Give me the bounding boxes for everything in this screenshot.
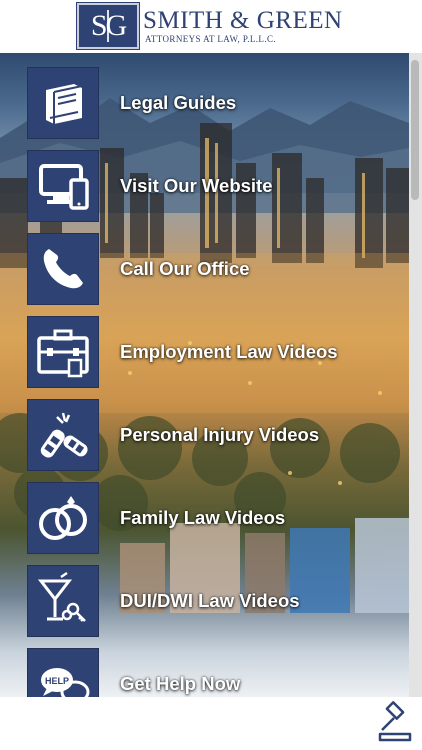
menu-item-visit-website[interactable]: Visit Our Website: [27, 149, 407, 223]
menu-item-legal-guides[interactable]: Legal Guides: [27, 66, 407, 140]
rings-icon: [27, 482, 99, 554]
scrollbar-thumb[interactable]: [411, 60, 419, 200]
menu-item-label: Get Help Now: [120, 673, 241, 694]
menu-item-call-office[interactable]: Call Our Office: [27, 232, 407, 306]
menu-item-label: Employment Law Videos: [120, 341, 338, 362]
menu-item-employment-law[interactable]: Employment Law Videos: [27, 315, 407, 389]
cocktail-keys-icon: [27, 565, 99, 637]
gavel-icon[interactable]: [374, 700, 418, 744]
briefcase-icon: [27, 316, 99, 388]
menu-item-family-law[interactable]: Family Law Videos: [27, 481, 407, 555]
car-crash-icon: [27, 399, 99, 471]
firm-name: SMITH & GREEN: [143, 7, 343, 34]
menu-item-dui-dwi[interactable]: DUI/DWI Law Videos: [27, 564, 407, 638]
firm-logo[interactable]: SG SMITH & GREEN ATTORNEYS AT LAW, P.L.L…: [77, 3, 343, 49]
app-footer: [0, 697, 422, 750]
menu-item-label: DUI/DWI Law Videos: [120, 590, 300, 611]
menu-item-label: Family Law Videos: [120, 507, 286, 528]
menu-item-label: Visit Our Website: [120, 175, 273, 196]
logo-mark: SG: [77, 3, 139, 49]
menu-item-personal-injury[interactable]: Personal Injury Videos: [27, 398, 407, 472]
menu-item-label: Call Our Office: [120, 258, 250, 279]
devices-icon: [27, 150, 99, 222]
menu-item-label: Personal Injury Videos: [120, 424, 320, 445]
app-header: SG SMITH & GREEN ATTORNEYS AT LAW, P.L.L…: [0, 0, 422, 53]
book-icon: [27, 67, 99, 139]
phone-icon: [27, 233, 99, 305]
firm-subtitle: ATTORNEYS AT LAW, P.L.L.C.: [145, 34, 277, 44]
menu-item-label: Legal Guides: [120, 92, 237, 113]
